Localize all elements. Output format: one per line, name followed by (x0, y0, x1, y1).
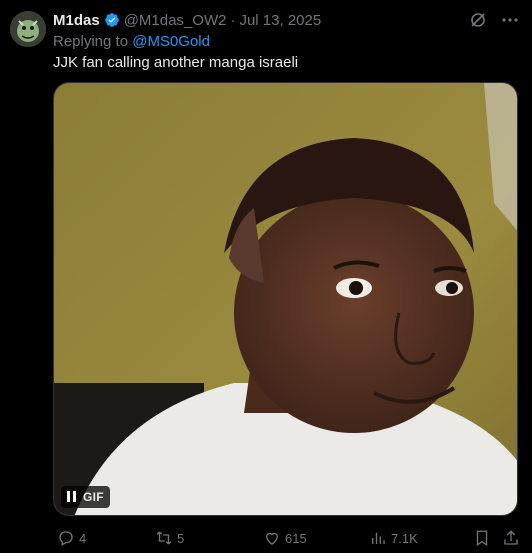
grok-icon[interactable] (468, 10, 488, 30)
tweet-top-actions (468, 10, 520, 30)
gif-badge: GIF (83, 490, 104, 504)
author-handle[interactable]: @M1das_OW2 (124, 12, 227, 29)
gif-frame-image (54, 83, 517, 515)
more-options-icon[interactable] (500, 10, 520, 30)
views-chart-icon (372, 532, 385, 544)
author-name[interactable]: M1das (53, 12, 100, 29)
views-button[interactable]: 7.1K (369, 528, 418, 548)
gif-controls: GIF (61, 486, 110, 508)
views-count: 7.1K (391, 530, 418, 546)
verified-badge-icon (104, 12, 120, 28)
bookmark-button[interactable] (473, 528, 491, 548)
reply-count: 4 (79, 530, 87, 546)
avatar[interactable] (10, 11, 46, 47)
like-button[interactable]: 615 (263, 528, 307, 548)
pause-icon[interactable] (67, 491, 77, 503)
tweet-date[interactable]: Jul 13, 2025 (239, 12, 321, 29)
bookmark-icon (476, 530, 488, 547)
reply-button[interactable]: 4 (57, 528, 86, 548)
tweet-header: M1das @M1das_OW2 · Jul 13, 2025 (53, 10, 321, 30)
replying-to-mention[interactable]: @MS0Gold (132, 33, 210, 50)
retweet-icon (156, 531, 172, 545)
dot-separator: · (230, 11, 236, 29)
retweet-count: 5 (177, 530, 185, 546)
replying-to-line: Replying to @MS0Gold (53, 33, 210, 50)
tweet-text: JJK fan calling another manga israeli (53, 54, 299, 71)
retweet-button[interactable]: 5 (155, 528, 184, 548)
gif-media[interactable] (53, 82, 518, 516)
share-button[interactable] (502, 528, 520, 548)
tweet-action-bar: 4 5 615 7.1K (53, 528, 518, 548)
share-icon (504, 530, 518, 545)
replying-prefix: Replying to (53, 33, 129, 50)
like-count: 615 (285, 530, 307, 546)
reply-icon (59, 531, 73, 546)
heart-icon (266, 532, 278, 545)
